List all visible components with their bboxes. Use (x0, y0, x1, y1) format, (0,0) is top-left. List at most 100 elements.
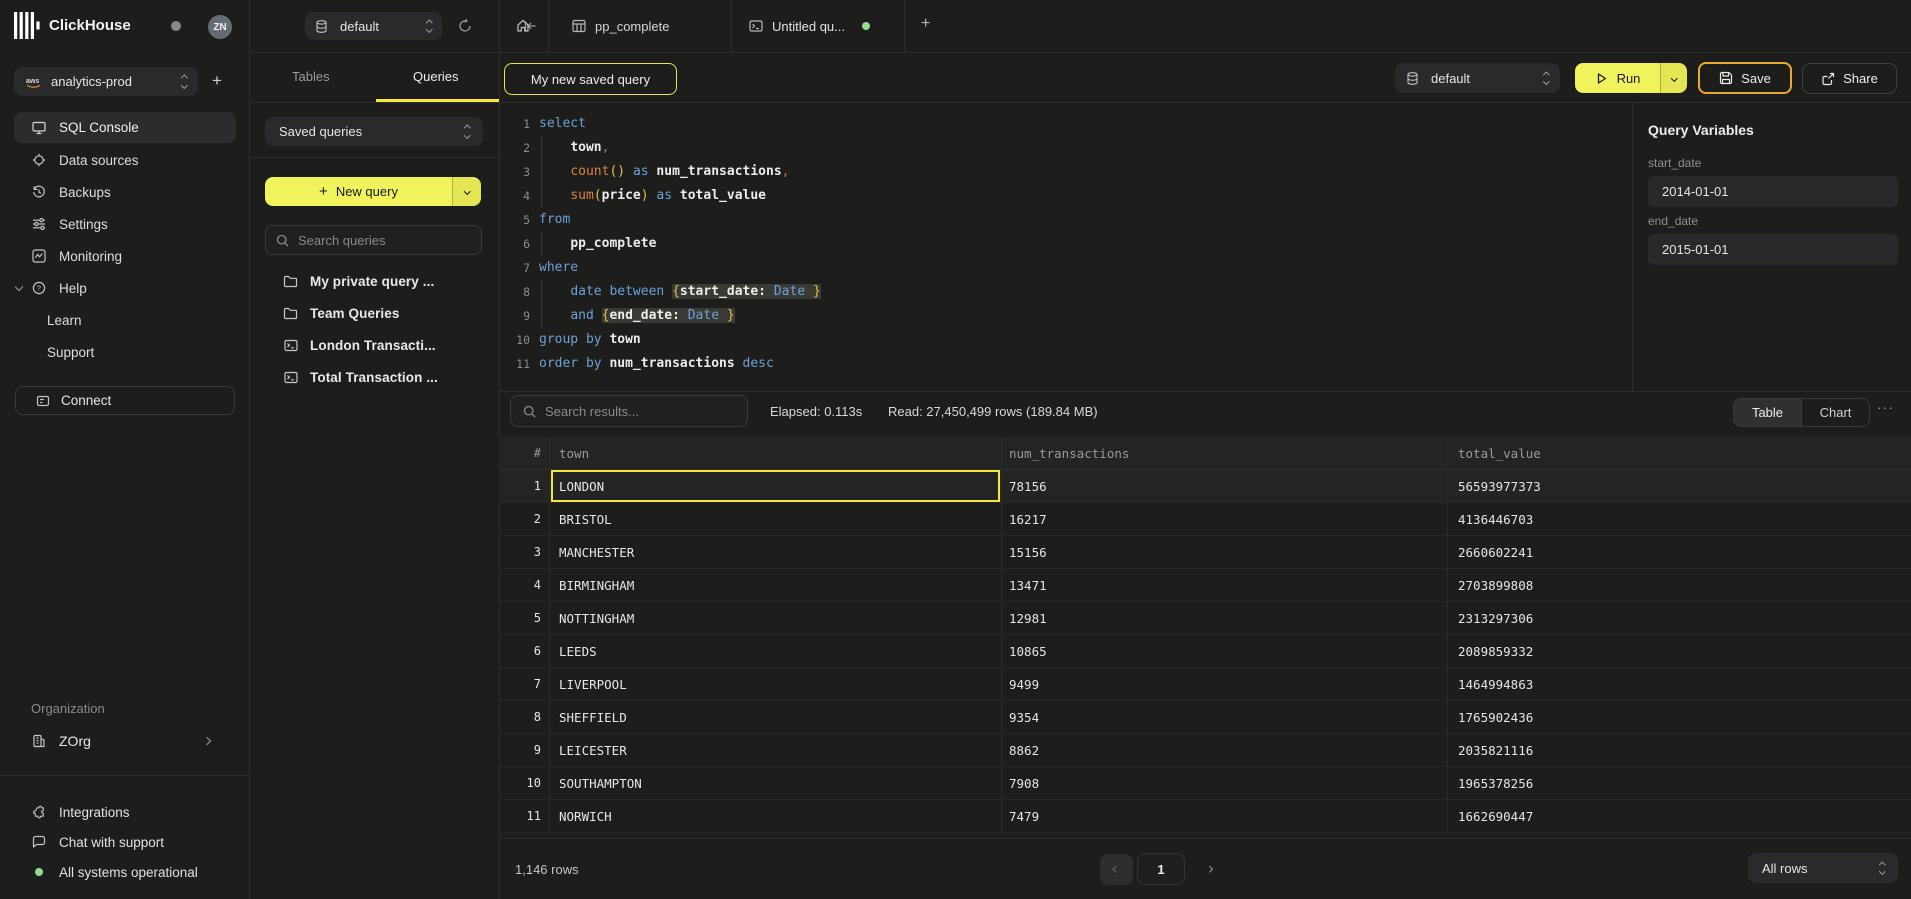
table-cell[interactable]: 16217 (1002, 503, 1448, 535)
run-button[interactable]: Run (1575, 63, 1660, 93)
table-cell[interactable]: 2660602241 (1448, 536, 1911, 568)
start-date-input[interactable]: 2014-01-01 (1648, 176, 1898, 207)
prev-page-button[interactable] (1100, 854, 1133, 885)
run-options-button[interactable] (1660, 63, 1687, 93)
connect-button[interactable]: Connect (15, 386, 235, 415)
end-date-input[interactable]: 2015-01-01 (1648, 234, 1898, 265)
column-header[interactable]: town (550, 437, 1002, 469)
table-cell[interactable]: LEICESTER (550, 734, 1002, 766)
add-service-button[interactable]: + (212, 71, 222, 91)
table-cell[interactable]: NOTTINGHAM (550, 602, 1002, 634)
table-cell[interactable]: 56593977373 (1448, 470, 1911, 502)
table-cell[interactable]: NORWICH (550, 800, 1002, 832)
table-cell[interactable]: LEEDS (550, 635, 1002, 667)
query-tab[interactable]: My new saved query (504, 63, 677, 95)
table-cell[interactable]: SOUTHAMPTON (550, 767, 1002, 799)
run-database-selector[interactable]: default (1395, 63, 1560, 93)
table-cell[interactable]: 1965378256 (1448, 767, 1911, 799)
table-row[interactable]: 7LIVERPOOL94991464994863 (499, 668, 1911, 701)
table-row[interactable]: 2BRISTOL162174136446703 (499, 503, 1911, 536)
home-icon[interactable] (516, 19, 530, 33)
table-row[interactable]: 11NORWICH74791662690447 (499, 800, 1911, 833)
page-size-selector[interactable]: All rows (1748, 853, 1898, 883)
tab-tables[interactable]: Tables (292, 69, 330, 84)
more-options-button[interactable]: ··· (1877, 399, 1894, 415)
table-cell[interactable]: SHEFFIELD (550, 701, 1002, 733)
table-cell[interactable]: 6 (499, 635, 550, 667)
table-row[interactable]: 4BIRMINGHAM134712703899808 (499, 569, 1911, 602)
collection-selector[interactable]: Saved queries (265, 117, 483, 146)
table-cell[interactable]: 12981 (1002, 602, 1448, 634)
table-cell[interactable]: BIRMINGHAM (550, 569, 1002, 601)
table-cell[interactable]: 4136446703 (1448, 503, 1911, 535)
table-cell[interactable]: 15156 (1002, 536, 1448, 568)
table-cell[interactable]: 2035821116 (1448, 734, 1911, 766)
saved-query-item[interactable]: My private query ... (283, 265, 434, 297)
search-queries-input[interactable]: Search queries (265, 225, 482, 255)
table-row[interactable]: 6LEEDS108652089859332 (499, 635, 1911, 668)
table-row[interactable]: 9LEICESTER88622035821116 (499, 734, 1911, 767)
table-cell[interactable]: 2 (499, 503, 550, 535)
sidebar-item-chat-support[interactable]: Chat with support (0, 826, 250, 858)
table-cell[interactable]: 11 (499, 800, 550, 832)
tab-untitled-query[interactable]: Untitled qu... (731, 0, 904, 52)
table-cell[interactable]: 2313297306 (1448, 602, 1911, 634)
sidebar-item-monitoring[interactable]: Monitoring (14, 240, 236, 272)
next-page-button[interactable] (1196, 854, 1222, 885)
sidebar-item-data-sources[interactable]: Data sources (14, 144, 236, 176)
column-header[interactable]: # (499, 437, 550, 469)
table-row[interactable]: 8SHEFFIELD93541765902436 (499, 701, 1911, 734)
table-cell[interactable]: 10865 (1002, 635, 1448, 667)
table-cell[interactable]: 9499 (1002, 668, 1448, 700)
refresh-icon[interactable] (458, 19, 472, 33)
sidebar-item-backups[interactable]: Backups (14, 176, 236, 208)
table-cell[interactable]: 5 (499, 602, 550, 634)
page-number-input[interactable]: 1 (1137, 853, 1185, 885)
table-cell[interactable]: 8 (499, 701, 550, 733)
table-cell[interactable]: 9354 (1002, 701, 1448, 733)
sidebar-item-sql-console[interactable]: SQL Console (14, 112, 236, 143)
table-cell[interactable]: 7479 (1002, 800, 1448, 832)
table-cell[interactable]: 9 (499, 734, 550, 766)
table-cell[interactable]: 4 (499, 569, 550, 601)
saved-query-item[interactable]: Team Queries (283, 297, 400, 329)
saved-query-item[interactable]: London Transacti... (283, 329, 436, 361)
table-cell[interactable]: 10 (499, 767, 550, 799)
saved-query-item[interactable]: Total Transaction ... (283, 361, 438, 393)
sidebar-item-zorg[interactable]: ZOrg (0, 725, 250, 757)
table-cell[interactable]: 3 (499, 536, 550, 568)
tab-queries[interactable]: Queries (413, 69, 459, 84)
column-header[interactable]: num_transactions (1002, 437, 1448, 469)
table-cell[interactable]: 13471 (1002, 569, 1448, 601)
table-cell[interactable]: 1464994863 (1448, 668, 1911, 700)
avatar[interactable]: ZN (208, 15, 232, 39)
share-button[interactable]: Share (1802, 63, 1897, 94)
sidebar-item-integrations[interactable]: Integrations (0, 796, 250, 828)
table-row[interactable]: 5NOTTINGHAM129812313297306 (499, 602, 1911, 635)
view-table-button[interactable]: Table (1734, 398, 1801, 427)
new-query-button[interactable]: + New query (265, 177, 452, 206)
sidebar-item-support[interactable]: Support (14, 336, 236, 368)
table-cell[interactable]: 1 (499, 470, 550, 502)
table-row[interactable]: 10SOUTHAMPTON79081965378256 (499, 767, 1911, 800)
new-query-options-button[interactable] (452, 177, 481, 206)
org-selector[interactable]: aws analytics-prod (14, 67, 198, 96)
column-header[interactable]: total_value (1448, 437, 1911, 469)
table-cell[interactable]: 8862 (1002, 734, 1448, 766)
new-tab-button[interactable]: + (921, 15, 930, 33)
table-cell[interactable]: 7 (499, 668, 550, 700)
table-row[interactable]: 3MANCHESTER151562660602241 (499, 536, 1911, 569)
search-results-input[interactable]: Search results... (510, 395, 748, 427)
table-cell[interactable]: LIVERPOOL (550, 668, 1002, 700)
sidebar-item-help[interactable]: ? Help (14, 272, 236, 304)
view-chart-button[interactable]: Chart (1801, 398, 1869, 427)
table-cell[interactable]: 2089859332 (1448, 635, 1911, 667)
table-cell[interactable]: 1765902436 (1448, 701, 1911, 733)
table-cell[interactable]: 1662690447 (1448, 800, 1911, 832)
save-button[interactable]: Save (1698, 62, 1792, 94)
sidebar-item-learn[interactable]: Learn (14, 304, 236, 336)
database-selector[interactable]: default (305, 12, 442, 40)
sidebar-item-settings[interactable]: Settings (14, 208, 236, 240)
table-cell[interactable]: MANCHESTER (550, 536, 1002, 568)
sql-editor[interactable]: 1select2 town,3 count() as num_transacti… (499, 103, 1632, 391)
